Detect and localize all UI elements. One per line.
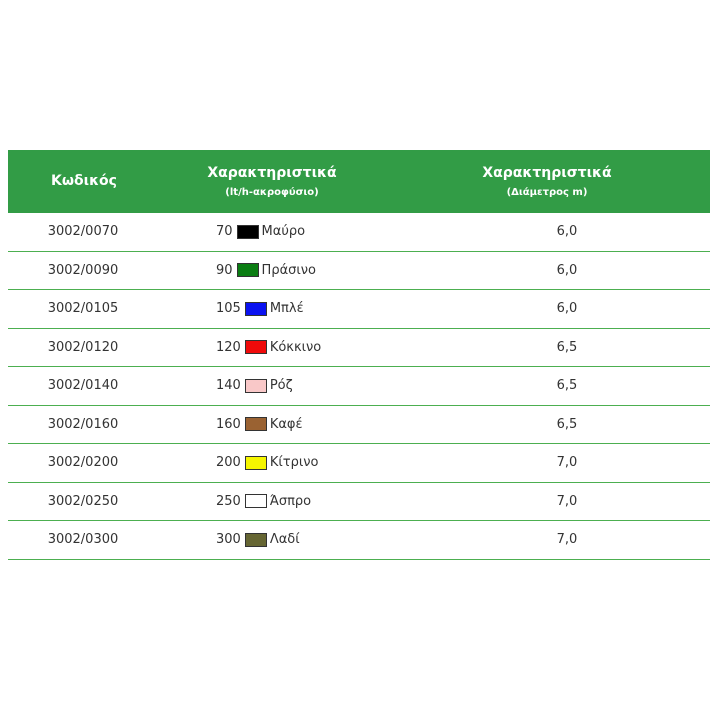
flow-value: 105 [216, 301, 241, 317]
color-swatch [244, 455, 267, 470]
flow-value: 160 [216, 416, 241, 432]
cell-flow: 120 Κόκκινο [160, 340, 384, 355]
cell-diameter: 6,5 [556, 378, 578, 394]
table-row: 3002/0090 90 Πράσινο 6,0 [8, 252, 710, 290]
color-name: Λαδί [269, 532, 300, 548]
flow-value: 300 [216, 532, 241, 548]
cell-code: 3002/0070 [47, 224, 119, 240]
table-row: 3002/0105 105 Μπλέ 6,0 [8, 290, 710, 329]
header-diameter-label: Χαρακτηριστικά [482, 164, 612, 181]
color-name: Πράσινο [261, 262, 316, 278]
cell-flow: 300 Λαδί [160, 532, 384, 547]
color-name: Κόκκινο [269, 339, 322, 355]
cell-code: 3002/0250 [47, 493, 119, 509]
table-row: 3002/0120 120 Κόκκινο 6,5 [8, 329, 710, 367]
table-header: Κωδικός Χαρακτηριστικά (lt/h-ακροφύσιο) … [8, 150, 710, 213]
cell-flow: 105 Μπλέ [160, 301, 384, 316]
cell-flow: 90 Πράσινο [160, 263, 384, 278]
color-swatch [244, 301, 267, 316]
color-swatch [236, 224, 259, 239]
cell-diameter: 6,0 [556, 224, 578, 240]
header-diameter: Χαρακτηριστικά (Διάμετρος m) [384, 150, 710, 213]
flow-value: 120 [216, 339, 241, 355]
header-flow: Χαρακτηριστικά (lt/h-ακροφύσιο) [160, 150, 384, 213]
flow-value: 140 [216, 378, 241, 394]
cell-diameter: 6,5 [556, 339, 578, 355]
flow-value: 250 [216, 493, 241, 509]
color-swatch [244, 417, 267, 432]
cell-diameter: 6,0 [556, 301, 578, 317]
color-swatch [244, 532, 267, 547]
cell-code: 3002/0090 [47, 262, 119, 278]
cell-flow: 160 Καφέ [160, 417, 384, 432]
cell-code: 3002/0140 [47, 378, 119, 394]
header-code: Κωδικός [8, 150, 160, 213]
color-name: Κίτρινο [269, 455, 319, 471]
color-name: Μπλέ [269, 301, 304, 317]
color-name: Ρόζ [269, 378, 293, 394]
flow-value: 90 [216, 262, 233, 278]
table-row: 3002/0250 250 Άσπρο 7,0 [8, 483, 710, 521]
cell-code: 3002/0120 [47, 339, 119, 355]
cell-diameter: 6,5 [556, 416, 578, 432]
cell-code: 3002/0300 [47, 532, 119, 548]
cell-flow: 70 Μαύρο [160, 224, 384, 239]
cell-diameter: 7,0 [556, 532, 578, 548]
color-name: Άσπρο [269, 493, 312, 509]
header-code-label: Κωδικός [51, 173, 117, 189]
flow-value: 70 [216, 224, 233, 240]
header-flow-label: Χαρακτηριστικά [207, 164, 337, 181]
header-flow-sublabel: (lt/h-ακροφύσιο) [225, 186, 319, 198]
table-body: 3002/0070 70 Μαύρο 6,0 3002/0090 90 Πράσινο 6,0… [8, 213, 710, 560]
table-row: 3002/0200 200 Κίτρινο 7,0 [8, 444, 710, 483]
color-name: Μαύρο [261, 224, 306, 240]
table-row: 3002/0140 140 Ρόζ 6,5 [8, 367, 710, 406]
cell-flow: 140 Ρόζ [160, 378, 384, 393]
table-row: 3002/0070 70 Μαύρο 6,0 [8, 213, 710, 252]
cell-diameter: 7,0 [556, 493, 578, 509]
cell-code: 3002/0105 [47, 301, 119, 317]
cell-flow: 200 Κίτρινο [160, 455, 384, 470]
cell-diameter: 6,0 [556, 262, 578, 278]
color-name: Καφέ [269, 416, 303, 432]
color-swatch [244, 494, 267, 509]
cell-flow: 250 Άσπρο [160, 494, 384, 509]
color-swatch [244, 378, 267, 393]
table-row: 3002/0160 160 Καφέ 6,5 [8, 406, 710, 444]
header-diameter-sublabel: (Διάμετρος m) [506, 186, 588, 198]
cell-diameter: 7,0 [556, 455, 578, 471]
product-table: Κωδικός Χαρακτηριστικά (lt/h-ακροφύσιο) … [8, 150, 710, 560]
flow-value: 200 [216, 455, 241, 471]
color-swatch [236, 263, 259, 278]
cell-code: 3002/0200 [47, 455, 119, 471]
cell-code: 3002/0160 [47, 416, 119, 432]
color-swatch [244, 340, 267, 355]
table-row: 3002/0300 300 Λαδί 7,0 [8, 521, 710, 560]
